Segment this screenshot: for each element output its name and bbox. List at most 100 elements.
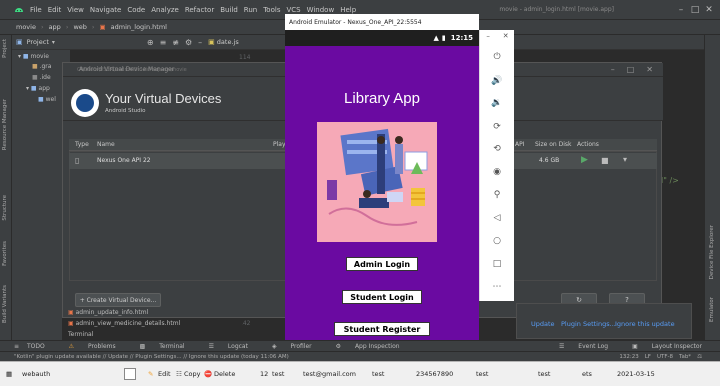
event-log-tab[interactable]: ☰ Event Log: [553, 343, 614, 350]
student-register-button[interactable]: Student Register: [334, 322, 430, 336]
tab-resource-manager[interactable]: Resource Manager: [2, 99, 8, 150]
home-icon[interactable]: ○: [487, 232, 507, 250]
volume-down-icon[interactable]: 🔉: [487, 94, 507, 112]
menu-window[interactable]: Window: [307, 6, 335, 14]
back-icon[interactable]: ◁: [487, 209, 507, 227]
profiler-tab[interactable]: ◈ Profiler: [266, 343, 318, 350]
db-session-label[interactable]: webauth: [22, 370, 50, 378]
col-actions[interactable]: Actions: [577, 141, 599, 148]
student-login-button[interactable]: Student Login: [342, 290, 422, 304]
logcat-tab[interactable]: ☰ Logcat: [203, 343, 254, 350]
menu-refactor[interactable]: Refactor: [185, 6, 214, 14]
cell-name: test: [272, 370, 285, 378]
project-label[interactable]: Project: [27, 38, 49, 46]
tree-item-root[interactable]: ▾ ■ movie: [18, 53, 49, 60]
col-size[interactable]: Size on Disk: [535, 141, 572, 148]
edit-link[interactable]: Edit: [158, 370, 171, 378]
list-item[interactable]: ▣ admin_update_info.html: [68, 309, 148, 316]
file-encoding[interactable]: UTF-8: [657, 354, 673, 360]
status-message[interactable]: "Kotlin" plugin update available // Upda…: [14, 354, 289, 360]
volume-up-icon[interactable]: 🔊: [487, 72, 507, 90]
terminal-tab[interactable]: Terminal: [68, 331, 93, 338]
tab-label: Logcat: [227, 342, 248, 350]
chevron-down-icon[interactable]: ▾: [52, 39, 55, 46]
tab-build-variants[interactable]: Build Variants: [2, 285, 8, 323]
tree-item-gradle[interactable]: ■ .gra: [32, 63, 51, 70]
cell-field: test: [538, 370, 551, 378]
collapse-all-icon[interactable]: ≡: [160, 38, 167, 47]
layout-inspector-tab[interactable]: ▣ Layout Inspector: [626, 343, 708, 350]
admin-login-button[interactable]: Admin Login: [346, 257, 418, 271]
app-screen[interactable]: Library App Admin Login Student Login St…: [285, 46, 479, 356]
tree-item-web[interactable]: ■ wel: [38, 96, 56, 103]
ignore-update-link[interactable]: Ignore this update: [615, 320, 675, 328]
menu-vcs[interactable]: VCS: [286, 6, 300, 14]
indent-setting[interactable]: Tab*: [679, 354, 691, 360]
tab-date-js[interactable]: date.js: [217, 38, 239, 46]
cursor-position[interactable]: 132:23: [619, 354, 638, 360]
menu-tools[interactable]: Tools: [263, 6, 280, 14]
row-checkbox[interactable]: [124, 368, 136, 380]
gear-icon[interactable]: ⚙: [185, 38, 192, 47]
menu-help[interactable]: Help: [340, 6, 356, 14]
menu-edit[interactable]: Edit: [48, 6, 62, 14]
folder-icon[interactable]: ■: [601, 156, 609, 165]
power-icon[interactable]: ⏻: [487, 48, 507, 66]
breadcrumb-web[interactable]: web: [73, 23, 86, 31]
avd-subheading: Android Studio: [105, 108, 146, 114]
camera-icon[interactable]: ◉: [487, 163, 507, 181]
rotate-left-icon[interactable]: ⟳: [487, 118, 507, 136]
hide-panel-icon[interactable]: –: [198, 38, 202, 47]
col-api[interactable]: API: [515, 141, 525, 148]
lock-icon[interactable]: ⚖: [697, 354, 702, 360]
copy-link[interactable]: Copy: [184, 370, 201, 378]
todo-tab[interactable]: ≡ TODO: [14, 343, 51, 350]
tab-device-file-explorer[interactable]: Device File Explorer: [709, 225, 715, 279]
menu-build[interactable]: Build: [220, 6, 238, 14]
menu-navigate[interactable]: Navigate: [90, 6, 121, 14]
close-icon[interactable]: ✕: [646, 65, 653, 74]
col-play[interactable]: Play: [273, 141, 286, 148]
menu-code[interactable]: Code: [127, 6, 145, 14]
maximize-icon[interactable]: □: [627, 65, 635, 74]
breadcrumb-file[interactable]: admin_login.html: [111, 23, 167, 31]
menu-view[interactable]: View: [67, 6, 84, 14]
android-studio-logo-icon: [71, 89, 99, 117]
minimize-icon[interactable]: –: [486, 32, 490, 40]
breadcrumb-app[interactable]: app: [49, 23, 61, 31]
menu-analyze[interactable]: Analyze: [151, 6, 179, 14]
terminal-tab[interactable]: ▩ Terminal: [134, 343, 191, 350]
breadcrumb-project[interactable]: movie: [16, 23, 36, 31]
problems-tab[interactable]: ⚠ Problems: [63, 343, 122, 350]
menu-run[interactable]: Run: [244, 6, 257, 14]
rotate-right-icon[interactable]: ⟲: [487, 140, 507, 158]
zoom-icon[interactable]: ⚲: [487, 186, 507, 204]
delete-link[interactable]: Delete: [214, 370, 235, 378]
list-item[interactable]: ▣ admin_view_medicine_details.html: [68, 320, 180, 327]
close-icon[interactable]: ✕: [503, 32, 509, 40]
maximize-icon[interactable]: □: [688, 5, 702, 15]
menu-file[interactable]: File: [30, 6, 42, 14]
tab-project[interactable]: Project: [2, 39, 8, 58]
more-icon[interactable]: ⋯: [487, 278, 507, 296]
tab-structure[interactable]: Structure: [2, 195, 8, 221]
target-icon[interactable]: ⊕: [147, 38, 154, 47]
col-name[interactable]: Name: [97, 141, 115, 148]
tab-favorites[interactable]: Favorites: [2, 241, 8, 266]
create-virtual-device-button[interactable]: + Create Virtual Device...: [75, 293, 161, 307]
app-inspection-tab[interactable]: ⚙ App Inspection: [330, 343, 406, 350]
plugin-settings-link[interactable]: Plugin Settings...: [561, 320, 616, 328]
play-icon[interactable]: ▶: [581, 155, 588, 165]
tab-emulator[interactable]: Emulator: [709, 297, 715, 322]
overview-icon[interactable]: □: [487, 255, 507, 273]
expand-all-icon[interactable]: ≢: [172, 38, 179, 47]
minimize-icon[interactable]: –: [674, 5, 688, 15]
tree-item-idea[interactable]: ■ .ide: [32, 74, 51, 81]
minimize-icon[interactable]: –: [611, 65, 615, 74]
chevron-down-icon[interactable]: ▾: [623, 155, 627, 164]
col-type[interactable]: Type: [75, 141, 89, 148]
line-separator[interactable]: LF: [645, 354, 651, 360]
tree-item-app[interactable]: ▾ ■ app: [26, 85, 50, 92]
update-link[interactable]: Update: [531, 320, 555, 328]
close-icon[interactable]: ✕: [702, 5, 716, 15]
